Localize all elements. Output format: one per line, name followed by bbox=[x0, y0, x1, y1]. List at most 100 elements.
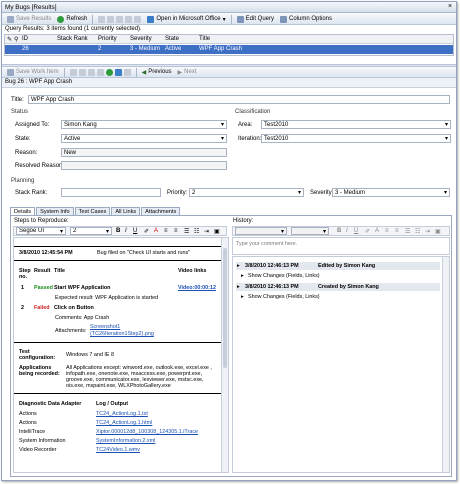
column-header[interactable]: Title bbox=[199, 36, 210, 42]
align-center-icon[interactable]: ≡ bbox=[174, 228, 178, 234]
link-col-icon: ⚲ bbox=[14, 37, 19, 43]
repro-scrollbar[interactable] bbox=[221, 238, 228, 472]
edit-icon bbox=[236, 15, 244, 23]
history-entry-time: 3/8/2010 12:46:13 PM bbox=[245, 263, 299, 269]
edit-query-button[interactable]: Edit Query bbox=[234, 14, 277, 24]
log-heading: Log / Output bbox=[96, 401, 129, 407]
arrow-left-icon: ◀ bbox=[141, 69, 147, 76]
column-options-button[interactable]: Column Options bbox=[277, 14, 335, 24]
comment-placeholder: Type your comment here. bbox=[236, 241, 298, 247]
column-header[interactable]: Priority bbox=[98, 36, 117, 42]
stack-rank-field[interactable] bbox=[61, 188, 161, 197]
adapter-log-link[interactable]: TC24_ActionLog.1.html bbox=[96, 420, 152, 426]
align-left-icon[interactable]: ≡ bbox=[164, 228, 168, 234]
print-icon bbox=[78, 68, 86, 76]
adapter-log-link[interactable]: TC24Video.1.wmv bbox=[96, 447, 140, 453]
assigned-to-select[interactable]: Simon Kang bbox=[61, 120, 227, 129]
priority-select[interactable]: 2 bbox=[189, 188, 304, 197]
expand-icon[interactable]: ▸ bbox=[241, 273, 244, 279]
image-icon[interactable]: ▣ bbox=[214, 228, 220, 235]
title-field[interactable]: WPF App Crash bbox=[28, 95, 450, 104]
open-office-label: Open in Microsoft Office bbox=[156, 16, 221, 22]
col-result: Result bbox=[34, 268, 51, 274]
underline-icon[interactable]: U bbox=[133, 228, 137, 234]
repro-format-toolbar: Segoe UI 2 B I U ✐ A ≡ ≡ ☰ ☷ ⇥ ▣ bbox=[13, 226, 227, 236]
expand-icon[interactable]: ▸ bbox=[237, 284, 240, 290]
show-changes-link[interactable]: Show Changes (Fields, Links) bbox=[248, 273, 320, 279]
adapter-log-link[interactable]: SystemInformation.2.xml bbox=[96, 438, 155, 444]
next-button[interactable]: ▶ Next bbox=[175, 67, 200, 77]
bullets-icon: ☰ bbox=[405, 229, 411, 235]
indent-icon[interactable]: ⇥ bbox=[204, 228, 209, 235]
comment-input[interactable]: Type your comment here. bbox=[232, 237, 450, 255]
repro-timestamp: 3/8/2010 12:45:54 PM bbox=[19, 250, 73, 256]
save-results-label: Save Results bbox=[16, 16, 52, 22]
step2-attachment-link-2[interactable]: (TC26Iteration1Step2).png bbox=[90, 331, 154, 337]
align-center-icon: ≡ bbox=[395, 228, 399, 234]
state-select[interactable]: Active bbox=[61, 134, 227, 143]
expand-icon[interactable]: ▸ bbox=[237, 263, 240, 269]
step2-title: Click on Button bbox=[54, 305, 94, 311]
table-row[interactable]: 26 2 3 - Medium Active WPF App Crash bbox=[5, 45, 453, 54]
numbering-icon[interactable]: ☷ bbox=[194, 228, 199, 235]
column-options-label: Column Options bbox=[289, 16, 333, 22]
highlight-icon[interactable]: ✐ bbox=[144, 228, 149, 235]
assigned-label: Assigned To: bbox=[15, 122, 50, 128]
cell-state: Active bbox=[165, 46, 182, 52]
results-grid: ✎ ⚲ ID Stack Rank Priority Severity Stat… bbox=[4, 34, 454, 56]
iteration-select[interactable]: Test2010 bbox=[261, 134, 451, 143]
bold-icon[interactable]: B bbox=[116, 228, 120, 234]
indent-icon: ⇥ bbox=[425, 229, 431, 235]
history-entry-header: ▸ 3/8/2010 12:46:13 PM Edited by Simon K… bbox=[236, 262, 440, 270]
next-label: Next bbox=[184, 69, 197, 75]
save-work-item-button[interactable]: Save Work Item bbox=[4, 67, 62, 77]
previous-button[interactable]: ◀ Previous bbox=[139, 67, 175, 77]
history-label: History: bbox=[233, 218, 254, 224]
toolbar-icon-group[interactable] bbox=[67, 67, 134, 77]
show-changes-link[interactable]: Show Changes (Fields, Links) bbox=[248, 294, 320, 300]
column-header[interactable]: Severity bbox=[130, 36, 152, 42]
open-in-office-button[interactable]: Open in Microsoft Office ▾ bbox=[144, 14, 228, 24]
adapter-name: Video Recorder bbox=[19, 447, 57, 453]
scroll-thumb[interactable] bbox=[223, 248, 227, 368]
test-config-value: Windows 7 and IE 8 bbox=[66, 352, 114, 358]
save-results-button[interactable]: Save Results bbox=[4, 14, 54, 24]
history-scrollbar[interactable] bbox=[442, 257, 449, 472]
query-summary: Query Results: 3 items found (1 currentl… bbox=[5, 26, 142, 32]
step2-result: Failed bbox=[34, 305, 50, 311]
area-select[interactable]: Test2010 bbox=[261, 120, 451, 129]
column-header[interactable]: Stack Rank bbox=[57, 36, 88, 42]
grid-header: ✎ ⚲ ID Stack Rank Priority Severity Stat… bbox=[5, 35, 453, 44]
adapter-log-link[interactable]: Xiptor.000012d8_100308_124305.1.iTrace bbox=[96, 429, 198, 435]
toolbar-separator bbox=[92, 14, 94, 24]
refresh-button[interactable]: Refresh bbox=[54, 14, 90, 24]
font-select[interactable]: Segoe UI bbox=[16, 227, 66, 235]
toolbar-icon-group[interactable] bbox=[95, 14, 144, 24]
apps-label-2: being recorded: bbox=[19, 371, 60, 377]
expand-icon[interactable]: ▸ bbox=[241, 294, 244, 300]
title-bar: My Bugs [Results] × bbox=[2, 2, 456, 13]
adapter-name: System Information bbox=[19, 438, 66, 444]
history-size-select bbox=[291, 227, 329, 235]
repro-editor[interactable]: 3/8/2010 12:45:54 PM Bug filed on "Check… bbox=[13, 237, 229, 473]
columns-icon bbox=[280, 15, 287, 23]
italic-icon[interactable]: I bbox=[125, 228, 127, 234]
column-header[interactable]: State bbox=[165, 36, 179, 42]
adapter-name: Actions bbox=[19, 411, 37, 417]
reason-label: Reason: bbox=[15, 150, 38, 156]
step1-video-link[interactable]: Video:00:00:12 bbox=[178, 285, 216, 291]
pencil-icon: ✎ bbox=[7, 37, 13, 43]
work-item-window: My Bugs [Results] × Save Results Refresh… bbox=[1, 1, 457, 481]
title-label: Title: bbox=[11, 97, 24, 103]
link-icon bbox=[114, 68, 122, 76]
close-icon[interactable]: × bbox=[446, 3, 454, 11]
resolved-reason-label: Resolved Reason: bbox=[15, 163, 65, 169]
bullets-icon[interactable]: ☰ bbox=[184, 228, 189, 235]
column-header[interactable]: ID bbox=[22, 36, 28, 42]
severity-select[interactable]: 3 - Medium bbox=[332, 188, 450, 197]
step2-attachment-link[interactable]: Screenshot1 bbox=[90, 324, 120, 330]
font-color-icon[interactable]: A bbox=[154, 228, 158, 234]
history-format-toolbar: B I U ✐ A ≡ ≡ ☰ ☷ ⇥ ▣ bbox=[232, 226, 450, 236]
size-select[interactable]: 2 bbox=[70, 227, 112, 235]
adapter-log-link[interactable]: TC24_ActionLog.1.txt bbox=[96, 411, 148, 417]
